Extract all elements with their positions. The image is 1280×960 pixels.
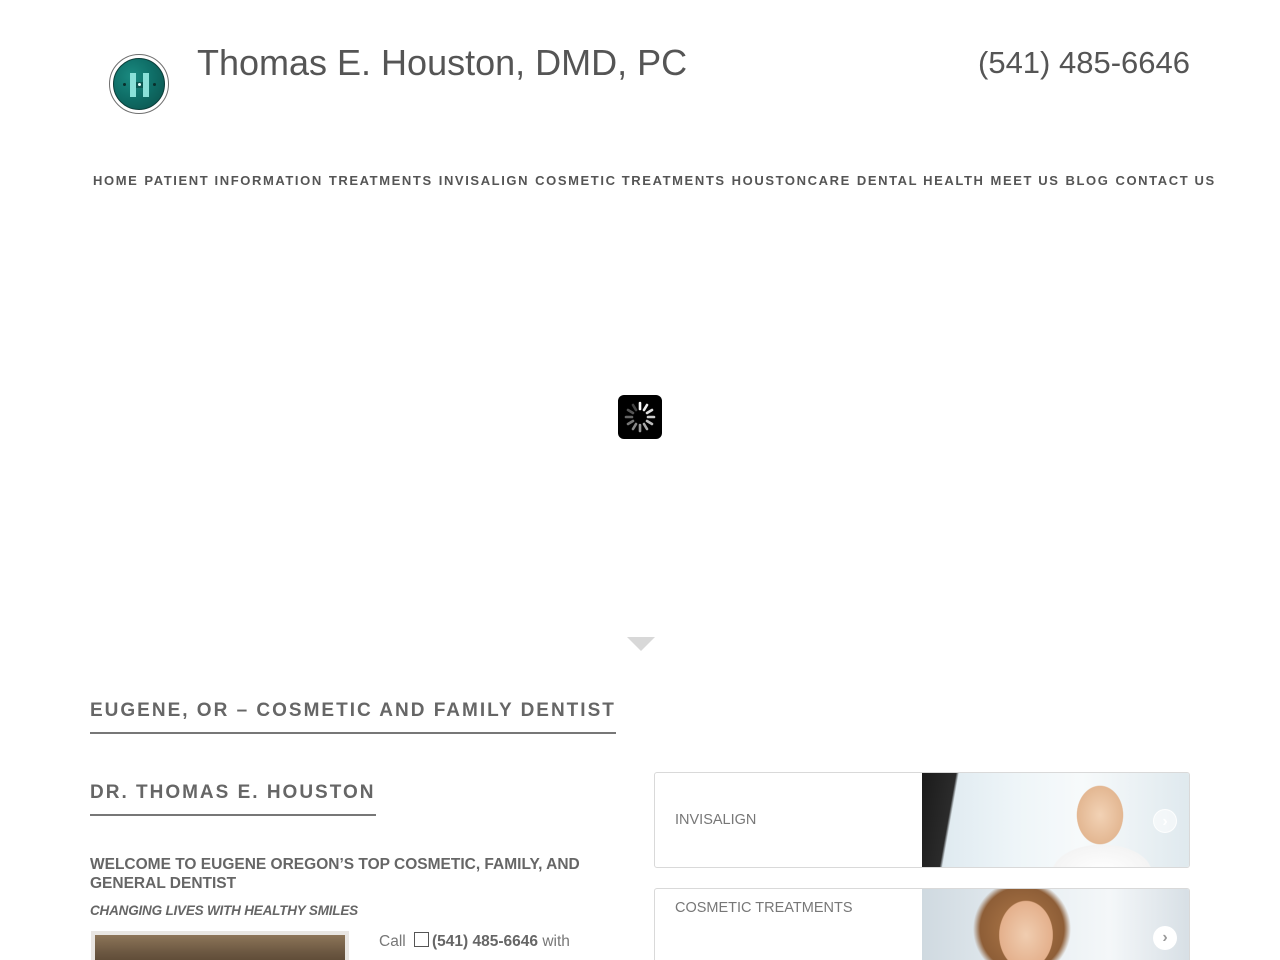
nav-item-blog[interactable]: BLOG	[1063, 168, 1113, 193]
site-header: Thomas E. Houston, DMD, PC (541) 485-664…	[0, 0, 1280, 140]
doctor-heading: DR. THOMAS E. HOUSTON	[90, 782, 376, 816]
call-prefix: Call	[379, 933, 406, 950]
call-phone-link[interactable]: (541) 485-6646	[432, 933, 538, 950]
hero-slideshow	[0, 205, 1280, 665]
card-photo	[922, 889, 1189, 960]
header-phone-link[interactable]: (541) 485-6646	[978, 42, 1190, 84]
nav-item-houstoncare[interactable]: HOUSTONCARE	[729, 168, 854, 193]
call-text: Call (541) 485-6646 with	[379, 932, 570, 952]
nav-item-meet-us[interactable]: MEET US	[988, 168, 1063, 193]
feature-card-cosmetic-treatments[interactable]: COSMETIC TREATMENTS ›	[654, 888, 1190, 960]
welcome-heading: WELCOME TO EUGENE OREGON’S TOP COSMETIC,…	[90, 856, 580, 892]
houston-h-logo-icon	[113, 58, 165, 110]
page: Thomas E. Houston, DMD, PC (541) 485-664…	[0, 0, 1280, 960]
nav-item-invisalign[interactable]: INVISALIGN	[436, 168, 532, 193]
nav-item-home[interactable]: HOME	[90, 168, 141, 193]
feature-card-invisalign[interactable]: INVISALIGN ›	[654, 772, 1190, 868]
logo[interactable]	[109, 54, 169, 114]
chevron-right-circle-icon[interactable]: ›	[1153, 809, 1177, 833]
card-photo	[922, 773, 1189, 867]
page-heading: EUGENE, OR – COSMETIC AND FAMILY DENTIST	[90, 700, 616, 734]
card-label: INVISALIGN	[675, 812, 757, 828]
call-suffix: with	[542, 933, 570, 950]
card-label: COSMETIC TREATMENTS	[675, 900, 853, 916]
office-photo	[91, 931, 349, 960]
chevron-right-circle-icon[interactable]: ›	[1153, 926, 1177, 950]
site-title[interactable]: Thomas E. Houston, DMD, PC	[197, 40, 687, 86]
phone-icon	[414, 932, 430, 947]
tagline: CHANGING LIVES WITH HEALTHY SMILES	[90, 903, 358, 918]
main-nav: HOME PATIENT INFORMATION TREATMENTS INVI…	[90, 166, 1214, 194]
down-arrow-icon[interactable]	[627, 637, 655, 651]
nav-item-dental-health[interactable]: DENTAL HEALTH	[854, 168, 988, 193]
nav-item-cosmetic-treatments[interactable]: COSMETIC TREATMENTS	[532, 168, 729, 193]
nav-item-patient-information[interactable]: PATIENT INFORMATION	[141, 168, 325, 193]
nav-item-contact-us[interactable]: CONTACT US	[1112, 168, 1218, 193]
nav-item-treatments[interactable]: TREATMENTS	[326, 168, 436, 193]
spinner-icon	[618, 395, 662, 439]
